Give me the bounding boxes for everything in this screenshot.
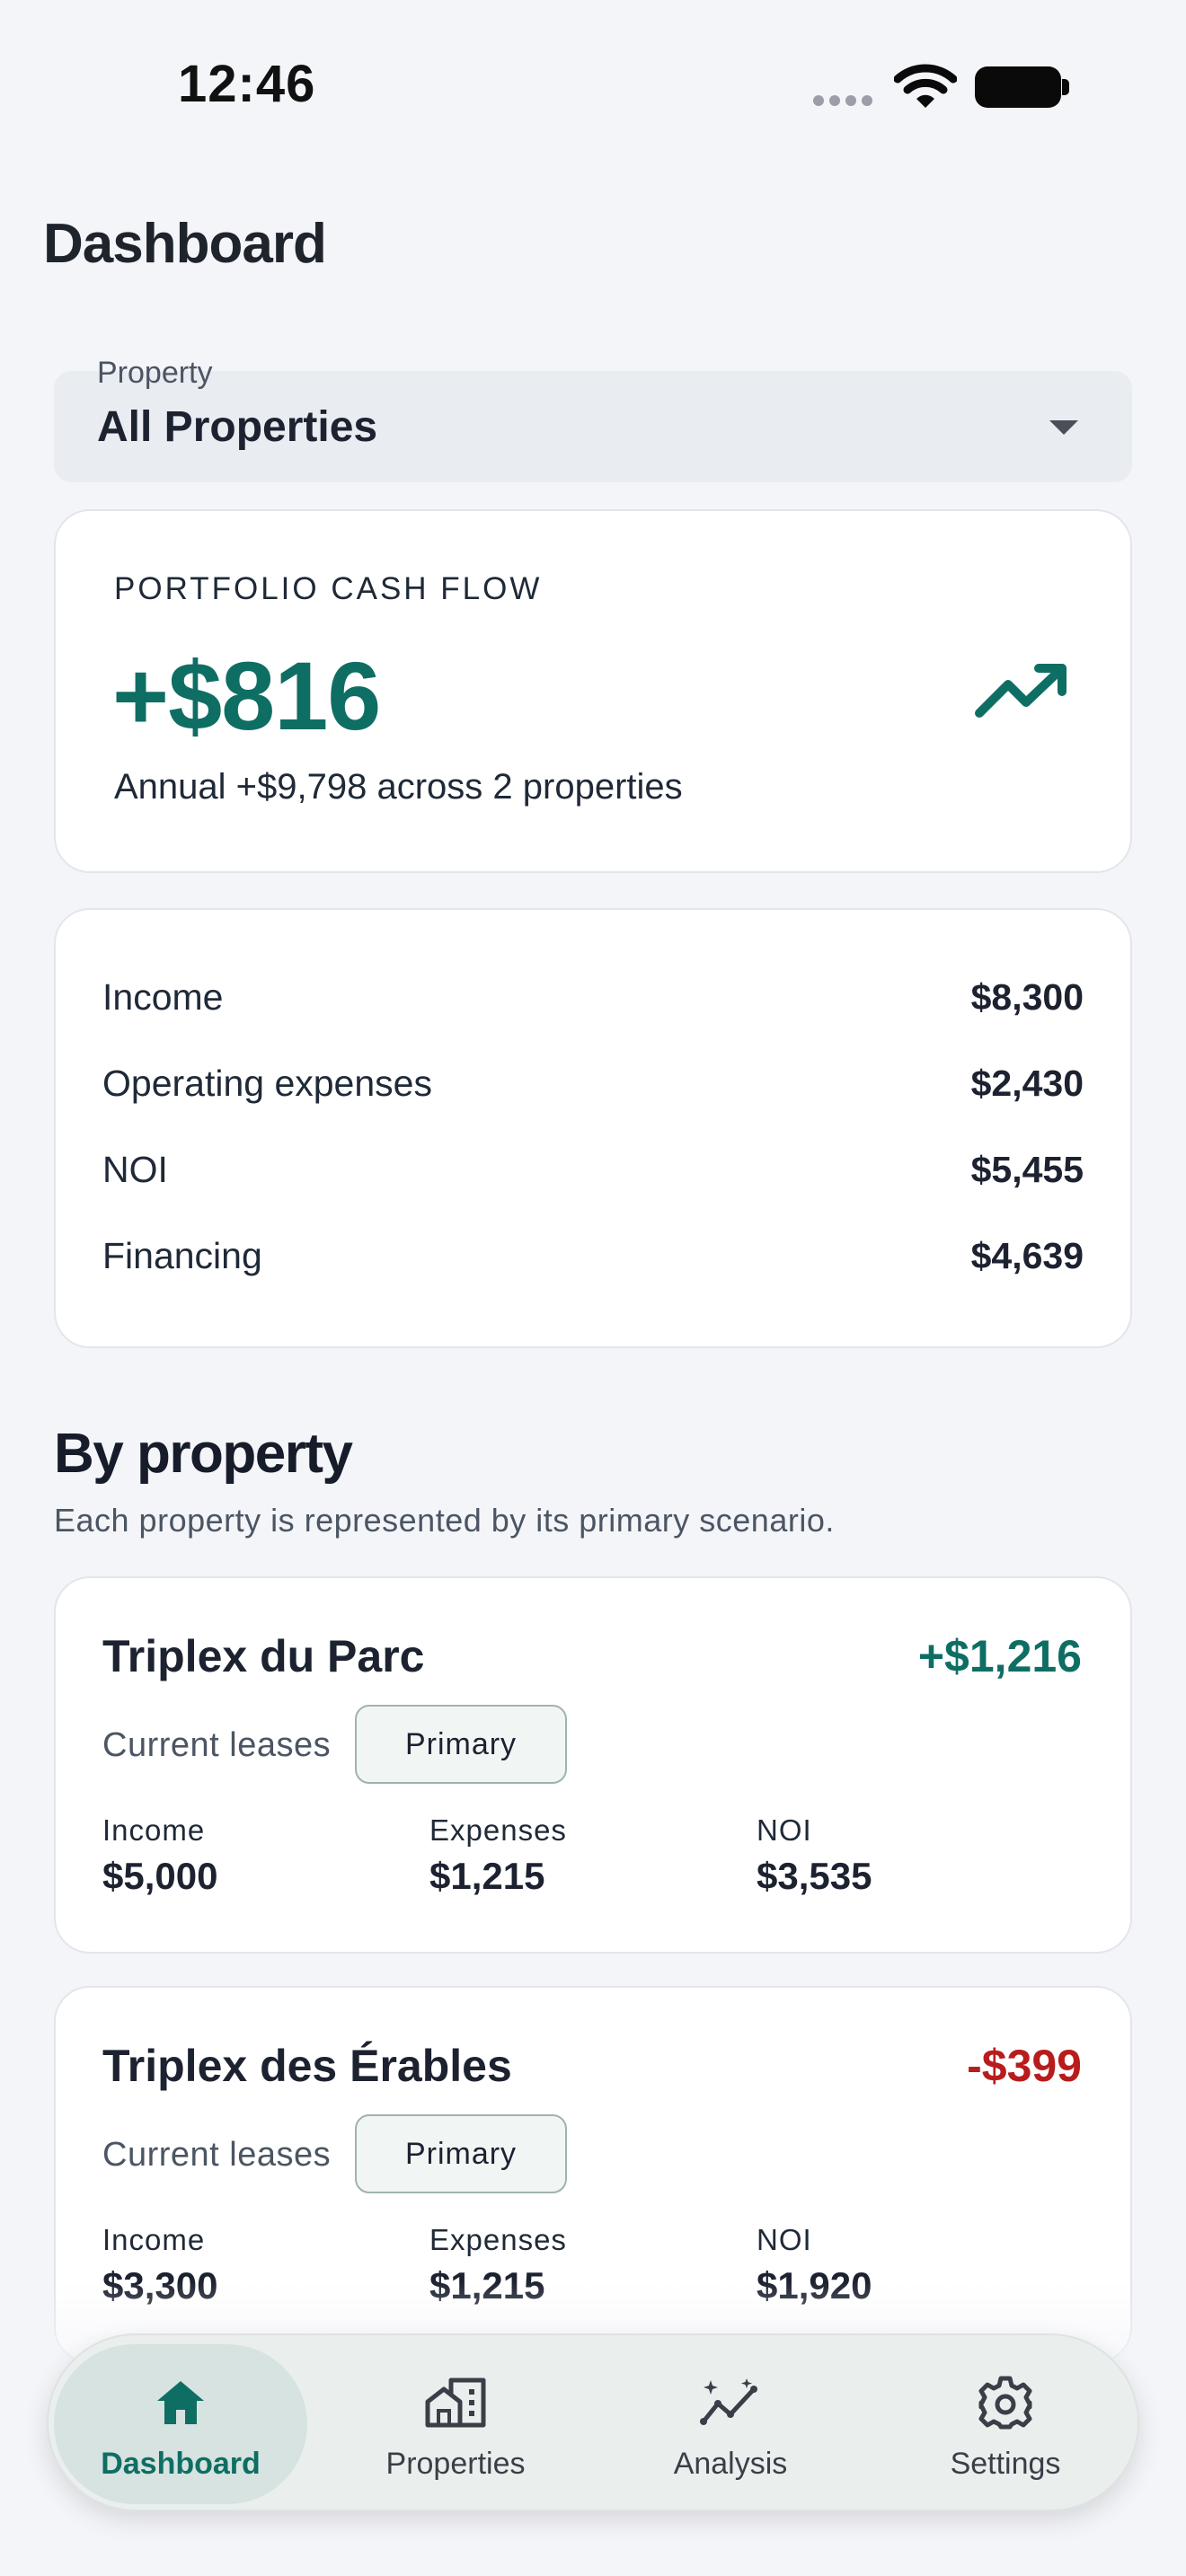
nav-item-properties[interactable]: Properties: [339, 2371, 572, 2482]
primary-badge: Primary: [355, 2114, 567, 2193]
primary-badge: Primary: [355, 1705, 567, 1784]
metric-label-noi: NOI: [757, 1813, 812, 1847]
metric-value-income: $5,000: [102, 1855, 218, 1897]
property-name: Triplex des Érables: [102, 2041, 512, 2091]
metric-value-noi: $3,535: [757, 1855, 872, 1897]
sparkle-chart-icon: [698, 2371, 763, 2434]
metric-label-income: Income: [102, 1813, 206, 1847]
signal-dots-icon: [813, 95, 872, 106]
nav-label: Dashboard: [101, 2447, 261, 2481]
caret-down-icon[interactable]: [1049, 420, 1078, 435]
metric-label-noi: NOI: [757, 2223, 812, 2256]
summary-row-income: Income $8,300: [102, 976, 1084, 1019]
portfolio-annual-summary: Annual +$9,798 across 2 properties: [114, 767, 683, 807]
metric-label-income: Income: [102, 2223, 206, 2256]
battery-tip: [1062, 79, 1069, 95]
wifi-icon: [894, 64, 957, 108]
summary-value: $2,430: [970, 1063, 1084, 1104]
portfolio-cash-flow-label: PORTFOLIO CASH FLOW: [114, 571, 543, 606]
summary-label: NOI: [102, 1149, 168, 1190]
nav-label: Analysis: [673, 2447, 788, 2481]
metric-label-expenses: Expenses: [429, 1813, 567, 1847]
summary-label: Operating expenses: [102, 1063, 432, 1104]
property-name: Triplex du Parc: [102, 1631, 425, 1681]
section-subtitle: Each property is represented by its prim…: [54, 1502, 835, 1539]
property-cash-flow: +$1,216: [917, 1631, 1082, 1681]
nav-item-analysis[interactable]: Analysis: [614, 2371, 847, 2482]
status-time: 12:46: [178, 55, 316, 113]
summary-value: $4,639: [970, 1235, 1084, 1276]
nav-label: Settings: [950, 2447, 1061, 2481]
summary-label: Income: [102, 976, 224, 1018]
battery-icon: [975, 66, 1061, 108]
summary-row-financing: Financing $4,639: [102, 1235, 1084, 1277]
summary-label: Financing: [102, 1235, 262, 1276]
summary-row-noi: NOI $5,455: [102, 1149, 1084, 1191]
summary-value: $8,300: [970, 976, 1084, 1018]
section-title: By property: [54, 1423, 353, 1485]
building-icon: [424, 2371, 487, 2434]
property-cash-flow: -$399: [967, 2041, 1082, 2091]
scenario-name: Current leases: [102, 2136, 332, 2174]
metric-label-expenses: Expenses: [429, 2223, 567, 2256]
summary-card: [54, 908, 1132, 1348]
trending-up-icon: [975, 664, 1067, 718]
gear-icon: [978, 2371, 1033, 2434]
home-icon: [154, 2371, 208, 2434]
metric-value-expenses: $1,215: [429, 1855, 545, 1897]
scenario-name: Current leases: [102, 1726, 332, 1764]
portfolio-cash-flow-value: +$816: [112, 641, 381, 750]
summary-row-operating-expenses: Operating expenses $2,430: [102, 1063, 1084, 1105]
nav-item-settings[interactable]: Settings: [889, 2371, 1122, 2482]
nav-label: Properties: [385, 2447, 526, 2481]
property-select-label: Property: [97, 356, 213, 390]
nav-item-dashboard[interactable]: Dashboard: [64, 2371, 297, 2482]
page-title: Dashboard: [43, 213, 327, 275]
summary-value: $5,455: [970, 1149, 1084, 1190]
property-select-value[interactable]: All Properties: [97, 402, 377, 452]
